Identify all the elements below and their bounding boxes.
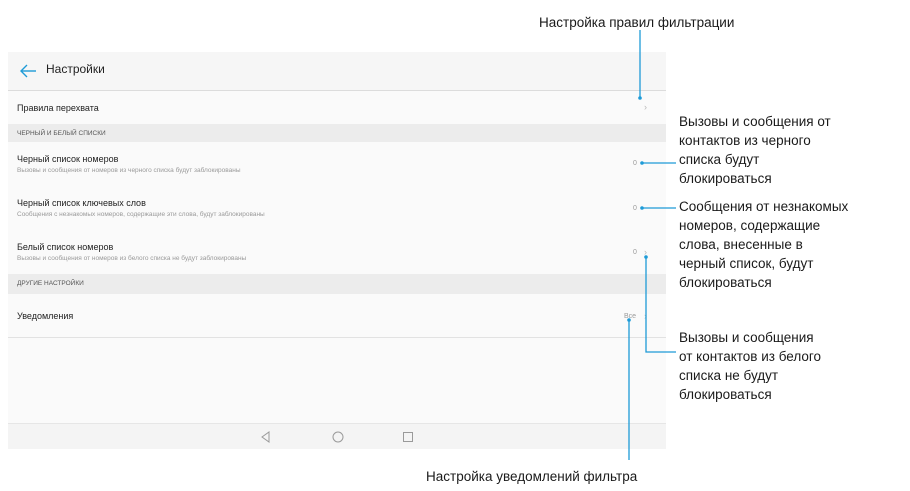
callout-notifications: Настройка уведомлений фильтра <box>426 469 638 484</box>
callout-whitelist: Вызовы и сообщения от контактов из белог… <box>679 330 822 402</box>
callout-blacklist-keywords: Сообщения от незнакомых номеров, содержа… <box>679 199 849 290</box>
callout-filter-rules: Настройка правил фильтрации <box>539 15 735 30</box>
callout-blacklist-numbers: Вызовы и сообщения от контактов из черно… <box>679 114 831 186</box>
